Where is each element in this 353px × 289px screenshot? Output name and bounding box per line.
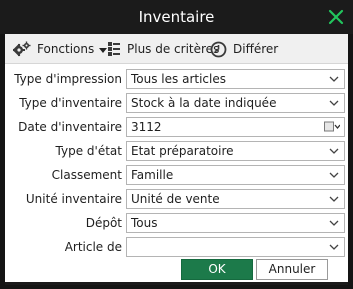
- form-row-inventory-unit: Unité inventaire Unité de vente: [5, 188, 348, 210]
- close-icon: [328, 9, 344, 25]
- window-bottom-edge: [5, 282, 348, 285]
- chevron-down-icon: [329, 148, 339, 154]
- form-row-article-from: Article de: [5, 236, 348, 258]
- defer-button[interactable]: Différer: [210, 34, 278, 64]
- form-row-inventory-date: Date d'inventaire 3112: [5, 116, 348, 138]
- inventory-dialog: Inventaire Fonctions Plus de critères Di…: [0, 0, 353, 289]
- field-label: Dépôt: [85, 216, 122, 230]
- chevron-down-icon: [329, 76, 339, 82]
- report-type-select[interactable]: Etat préparatoire: [126, 141, 345, 161]
- criteria-icon: [108, 42, 120, 56]
- form-row-report-type: Type d'état Etat préparatoire: [5, 140, 348, 162]
- form-row-sorting: Classement Famille: [5, 164, 348, 186]
- chevron-down-icon: [329, 244, 339, 250]
- inventory-type-select[interactable]: Stock à la date indiquée: [126, 93, 345, 113]
- calendar-icon[interactable]: [324, 121, 340, 133]
- field-label: Date d'inventaire: [18, 120, 122, 134]
- chevron-down-icon: [329, 220, 339, 226]
- inventory-date-input[interactable]: 3112: [126, 117, 345, 137]
- field-value: Tous: [131, 216, 158, 230]
- warehouse-select[interactable]: Tous: [126, 213, 345, 233]
- functions-label: Fonctions: [37, 42, 95, 56]
- more-criteria-button[interactable]: Plus de critères: [107, 34, 219, 64]
- field-value: Stock à la date indiquée: [131, 96, 277, 110]
- more-criteria-label: Plus de critères: [127, 42, 220, 56]
- field-label: Type d'inventaire: [19, 96, 122, 110]
- functions-menu-button[interactable]: Fonctions: [13, 34, 108, 64]
- gears-icon: [13, 41, 31, 57]
- field-value: Etat préparatoire: [131, 144, 234, 158]
- clock-icon: [210, 41, 227, 57]
- close-button[interactable]: [327, 8, 345, 26]
- chevron-down-icon: [329, 196, 339, 202]
- field-value: Unité de vente: [131, 192, 220, 206]
- inventory-unit-select[interactable]: Unité de vente: [126, 189, 345, 209]
- field-value: 3112: [131, 120, 162, 134]
- form-panel: Type d'impression Tous les articles Type…: [5, 64, 348, 282]
- field-value: Famille: [131, 168, 174, 182]
- print-type-select[interactable]: Tous les articles: [126, 69, 345, 89]
- field-value: Tous les articles: [131, 72, 226, 86]
- article-from-select[interactable]: [126, 237, 345, 257]
- field-label: Type d'impression: [14, 72, 122, 86]
- defer-label: Différer: [233, 42, 279, 56]
- field-label: Type d'état: [55, 144, 122, 158]
- title-bar: Inventaire: [0, 0, 353, 34]
- chevron-down-icon: [329, 100, 339, 106]
- chevron-down-icon: [329, 172, 339, 178]
- field-label: Unité inventaire: [25, 192, 122, 206]
- field-label: Article de: [64, 240, 122, 254]
- form-row-inventory-type: Type d'inventaire Stock à la date indiqu…: [5, 92, 348, 114]
- field-label: Classement: [51, 168, 122, 182]
- form-row-warehouse: Dépôt Tous: [5, 212, 348, 234]
- sorting-select[interactable]: Famille: [126, 165, 345, 185]
- ok-button[interactable]: OK: [181, 259, 253, 280]
- window-title: Inventaire: [138, 8, 215, 26]
- form-row-print-type: Type d'impression Tous les articles: [5, 68, 348, 90]
- cancel-button[interactable]: Annuler: [256, 259, 328, 280]
- toolbar: Fonctions Plus de critères Différer: [5, 34, 348, 64]
